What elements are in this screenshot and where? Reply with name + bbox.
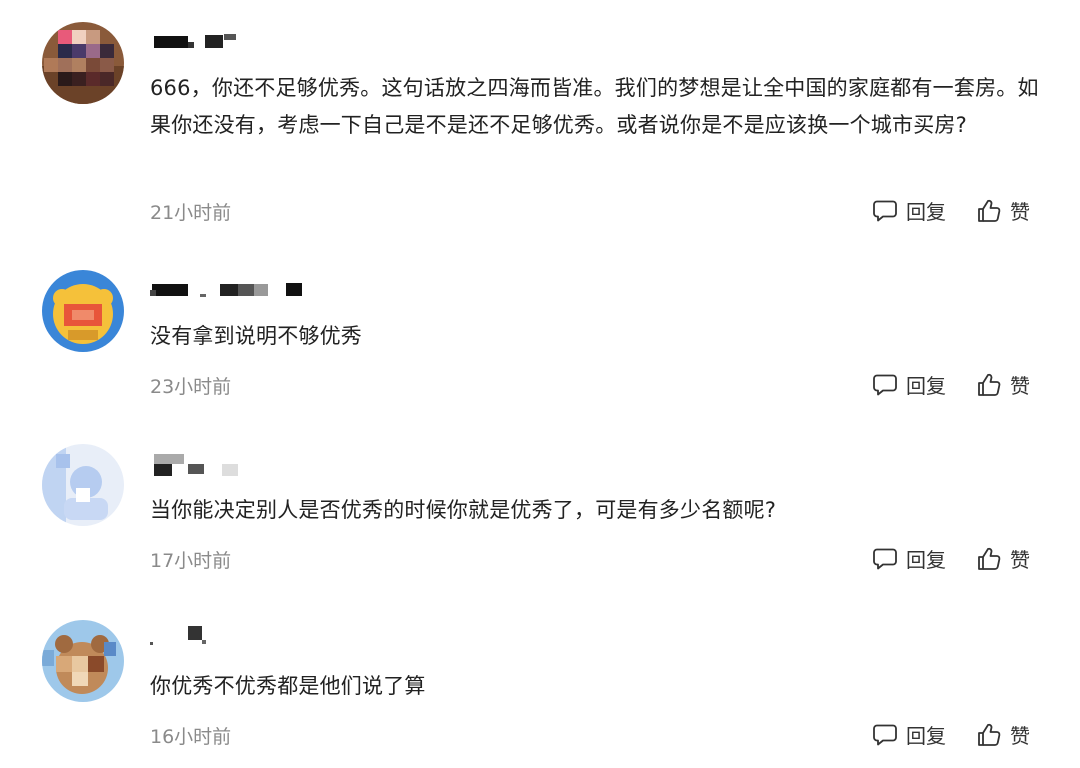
- like-button[interactable]: 赞: [976, 544, 1030, 573]
- thumbs-up-icon: [978, 373, 1001, 396]
- like-button[interactable]: 赞: [976, 196, 1030, 225]
- comment-time: 16小时前: [150, 726, 232, 748]
- comment-actions: 回复 赞: [872, 370, 1030, 399]
- reply-button[interactable]: 回复: [872, 370, 946, 399]
- reply-button[interactable]: 回复: [872, 720, 946, 749]
- username-redacted[interactable]: [150, 452, 250, 476]
- comment-text: 666，你还不足够优秀。这句话放之四海而皆准。我们的梦想是让全中国的家庭都有一套…: [150, 76, 1039, 137]
- comment-text: 当你能决定别人是否优秀的时候你就是优秀了，可是有多少名额呢?: [150, 498, 777, 522]
- comment-actions: 回复 赞: [872, 720, 1030, 749]
- reply-label: 回复: [906, 374, 946, 398]
- user-avatar-icon: [42, 22, 124, 104]
- username-redacted[interactable]: [150, 280, 320, 300]
- avatar[interactable]: [42, 270, 124, 352]
- comment-time: 23小时前: [150, 376, 232, 398]
- thumbs-up-icon: [978, 199, 1001, 222]
- reply-button[interactable]: 回复: [872, 544, 946, 573]
- like-button[interactable]: 赞: [976, 720, 1030, 749]
- like-label: 赞: [1010, 548, 1030, 572]
- user-avatar-icon: [42, 444, 124, 526]
- avatar[interactable]: [42, 22, 124, 104]
- reply-label: 回复: [906, 200, 946, 224]
- user-avatar-icon: [42, 620, 124, 702]
- comment-bubble-icon: [873, 200, 897, 221]
- comment-bubble-icon: [873, 724, 897, 745]
- comment-bubble-icon: [873, 548, 897, 569]
- like-button[interactable]: 赞: [976, 370, 1030, 399]
- comment-actions: 回复 赞: [872, 196, 1030, 225]
- username-redacted[interactable]: [150, 32, 250, 52]
- reply-button[interactable]: 回复: [872, 196, 946, 225]
- reply-label: 回复: [906, 724, 946, 748]
- comment-text: 你优秀不优秀都是他们说了算: [150, 674, 426, 698]
- reply-label: 回复: [906, 548, 946, 572]
- comment-actions: 回复 赞: [872, 544, 1030, 573]
- like-label: 赞: [1010, 200, 1030, 224]
- comment-text: 没有拿到说明不够优秀: [150, 324, 362, 348]
- user-avatar-icon: [42, 270, 124, 352]
- comment-time: 17小时前: [150, 550, 232, 572]
- like-label: 赞: [1010, 374, 1030, 398]
- avatar[interactable]: [42, 620, 124, 702]
- username-redacted[interactable]: [150, 624, 230, 645]
- avatar[interactable]: [42, 444, 124, 526]
- comment-bubble-icon: [873, 374, 897, 395]
- comment-time: 21小时前: [150, 202, 232, 224]
- thumbs-up-icon: [978, 547, 1001, 570]
- like-label: 赞: [1010, 724, 1030, 748]
- thumbs-up-icon: [978, 723, 1001, 746]
